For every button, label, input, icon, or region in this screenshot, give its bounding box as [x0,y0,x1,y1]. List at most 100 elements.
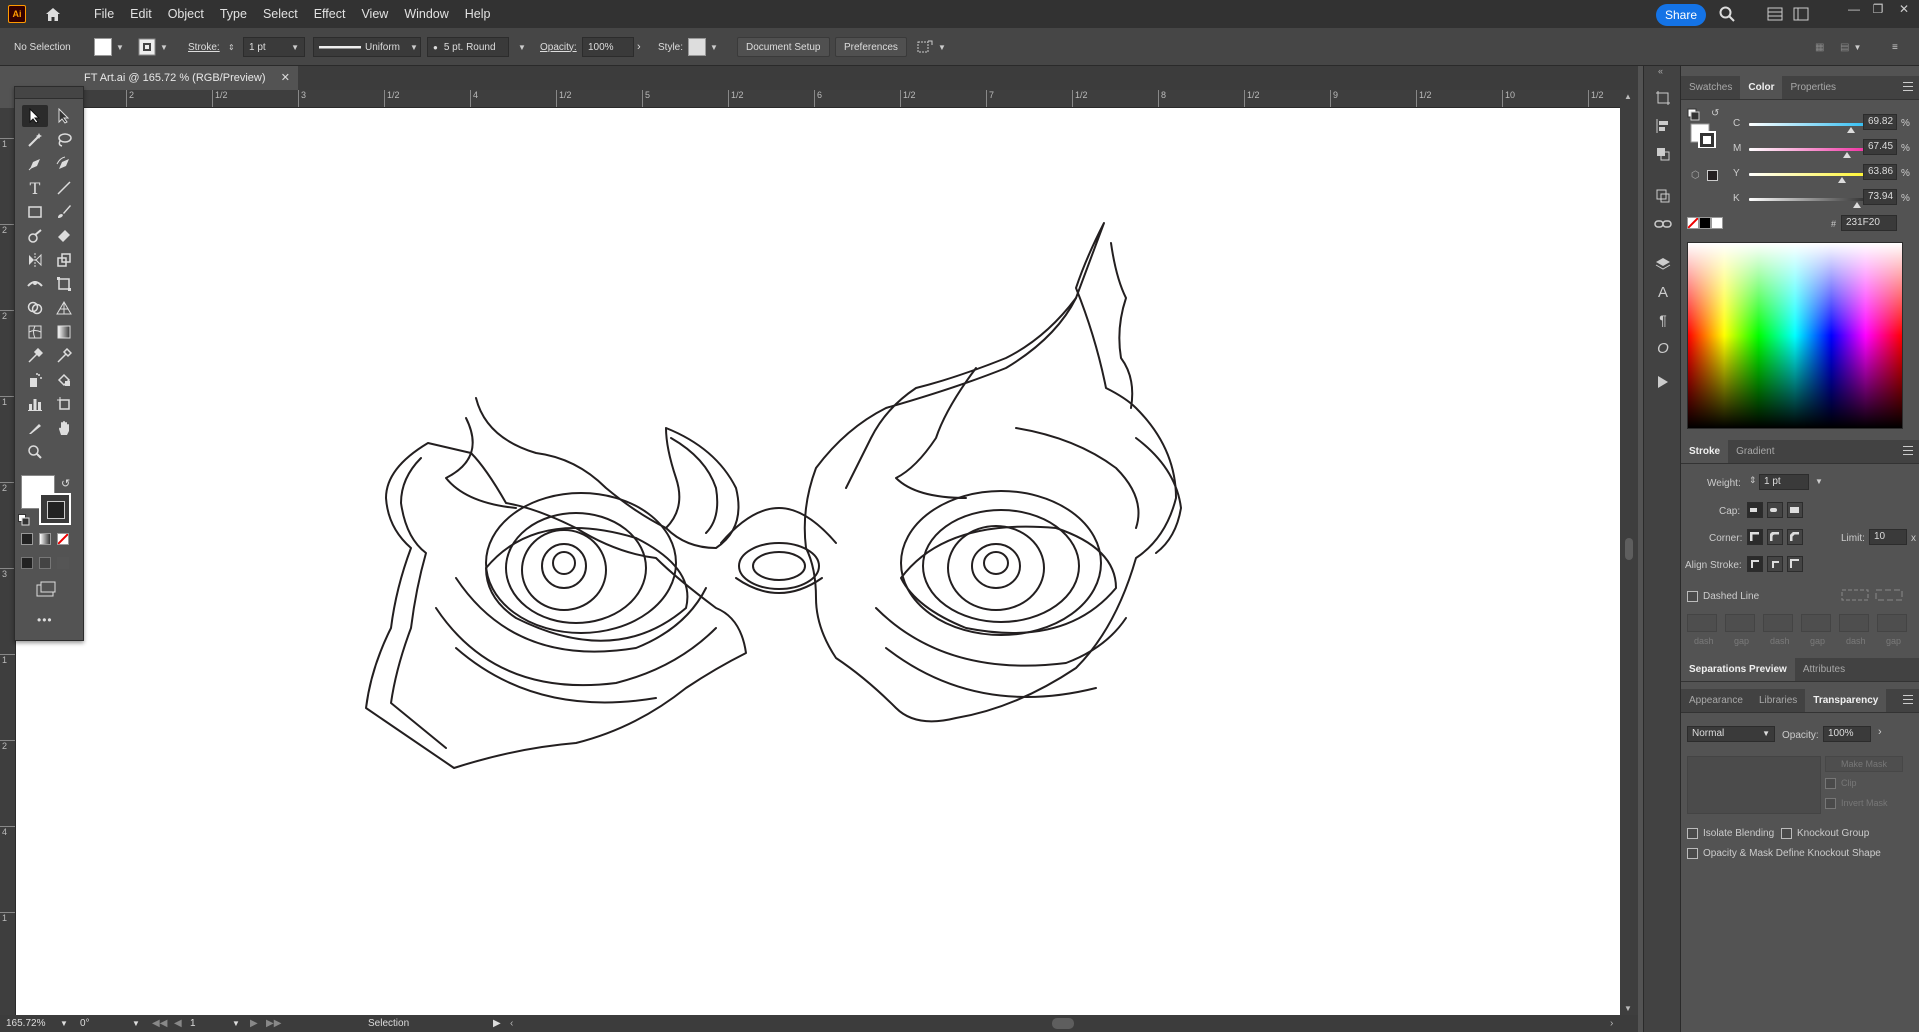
scroll-down-icon[interactable]: ▼ [1624,1004,1632,1013]
hand-tool-icon[interactable] [51,417,77,439]
default-fill-stroke-icon[interactable] [18,514,30,529]
screen-mode-icon[interactable] [35,581,57,600]
menu-select[interactable]: Select [255,0,306,28]
tab-properties[interactable]: Properties [1782,76,1844,99]
round-join-icon[interactable] [1767,529,1783,545]
make-mask-button[interactable]: Make Mask [1825,756,1903,772]
align-panel-icon[interactable] [1653,116,1673,136]
butt-cap-icon[interactable] [1747,502,1763,518]
pen-tool-icon[interactable] [22,153,48,175]
eraser-tool-icon[interactable] [51,225,77,247]
rotation-field[interactable]: 0° [80,1017,140,1030]
channel-k-field[interactable]: 73.94 [1863,189,1897,205]
layers-panel-icon[interactable] [1653,254,1673,274]
gradient-tool-icon[interactable] [51,321,77,343]
dash-field-1[interactable] [1687,614,1717,632]
channel-c-slider-thumb[interactable] [1846,127,1855,133]
opacity-label[interactable]: Opacity: [540,37,577,57]
swap-color-icon[interactable]: ↺ [1711,108,1719,119]
menu-window[interactable]: Window [396,0,456,28]
menu-help[interactable]: Help [457,0,499,28]
live-paint-bucket-tool-icon[interactable] [51,369,77,391]
paintbrush-tool-icon[interactable] [51,201,77,223]
menu-type[interactable]: Type [212,0,255,28]
transparency-opacity-field[interactable]: 100% [1823,726,1871,742]
invert-mask-checkbox[interactable] [1825,798,1836,809]
swap-fill-stroke-icon[interactable]: ↺ [61,477,70,490]
bevel-join-icon[interactable] [1787,529,1803,545]
opacity-expand-icon[interactable]: › [637,37,641,57]
tab-separations-preview[interactable]: Separations Preview [1681,658,1795,681]
character-panel-icon[interactable]: A [1653,282,1673,302]
blend-tool-icon[interactable] [51,345,77,367]
control-bar-menu-icon[interactable]: ≡ [1892,37,1898,57]
isolate-icon[interactable]: ▦ [1815,37,1824,57]
menu-object[interactable]: Object [160,0,212,28]
isolate-blending-checkbox[interactable] [1687,828,1698,839]
profile-dropdown-icon[interactable]: ▼ [406,37,418,57]
actions-panel-icon[interactable] [1653,372,1673,392]
channel-m-field[interactable]: 67.45 [1863,139,1897,155]
scroll-up-icon[interactable]: ▲ [1624,92,1632,101]
weight-stepper[interactable]: ⇕ [1749,475,1757,486]
tab-attributes[interactable]: Attributes [1795,658,1853,681]
restore-icon[interactable]: ❐ [1868,2,1888,18]
opacity-mask-knockout-checkbox[interactable] [1687,848,1698,859]
direct-selection-tool-icon[interactable] [51,105,77,127]
stroke-weight-stepper[interactable]: ⇕ [228,37,235,57]
collapse-panels-icon[interactable]: « [1658,66,1663,76]
column-graph-tool-icon[interactable] [22,393,48,415]
color-mode-icon[interactable] [21,533,33,545]
align-options-icon[interactable]: ▤ ▼ [1840,37,1861,57]
dash-field-3[interactable] [1839,614,1869,632]
artboard-dropdown-icon[interactable]: ▼ [232,1017,240,1030]
horizontal-ruler[interactable]: 2 1/2 3 1/2 4 1/2 5 1/2 6 1/2 7 1/2 8 1/… [16,90,1620,108]
brush-definition[interactable]: ● 5 pt. Round [427,37,509,57]
stroke-color-swatch[interactable]: ▼ [138,37,168,57]
line-segment-tool-icon[interactable] [51,177,77,199]
channel-c-field[interactable]: 69.82 [1863,114,1897,130]
rectangle-tool-icon[interactable] [22,201,48,223]
gap-field-1[interactable] [1725,614,1755,632]
slice-tool-icon[interactable] [22,417,48,439]
zoom-dropdown-icon[interactable]: ▼ [60,1017,68,1030]
align-dash-icon[interactable] [1875,588,1903,605]
stroke-label[interactable]: Stroke: [188,37,220,57]
variable-width-profile[interactable]: Uniform [313,37,421,57]
menu-view[interactable]: View [353,0,396,28]
close-window-icon[interactable]: ✕ [1894,2,1914,18]
preserve-dash-icon[interactable] [1841,588,1869,605]
selection-tool-icon[interactable] [22,105,48,127]
previous-artboard-icon[interactable]: ◀ [174,1017,182,1030]
web-safe-color-swatch[interactable] [1707,170,1718,181]
blend-mode-select[interactable]: Normal ▼ [1687,726,1775,742]
document-setup-button[interactable]: Document Setup [737,37,830,57]
draw-normal-icon[interactable] [21,557,33,569]
mask-artwork[interactable] [16,108,1620,1015]
channel-y-slider-thumb[interactable] [1838,177,1847,183]
curvature-tool-icon[interactable] [51,153,77,175]
vertical-scroll-thumb[interactable] [1625,538,1633,560]
pathfinder-panel-icon[interactable] [1653,144,1673,164]
menu-file[interactable]: File [86,0,122,28]
draw-inside-icon[interactable] [57,557,69,569]
color-panel-menu-icon[interactable] [1903,82,1913,91]
tab-stroke[interactable]: Stroke [1681,440,1729,463]
mesh-tool-icon[interactable] [22,321,48,343]
none-color-swatch[interactable] [1687,217,1699,229]
opacity-slider-toggle-icon[interactable]: › [1878,726,1882,738]
gradient-mode-icon[interactable] [39,533,51,545]
channel-k-slider-thumb[interactable] [1852,202,1861,208]
menu-edit[interactable]: Edit [122,0,160,28]
artboard-canvas[interactable] [16,108,1620,1015]
symbol-sprayer-tool-icon[interactable] [22,369,48,391]
align-stroke-center-icon[interactable] [1747,556,1763,572]
tab-gradient[interactable]: Gradient [1728,440,1782,463]
brush-dropdown-icon[interactable]: ▼ [514,37,526,57]
zoom-field[interactable]: 165.72% [6,1017,62,1030]
opentype-panel-icon[interactable]: O [1653,338,1673,358]
graphic-style-swatch[interactable]: ▼ [688,37,718,57]
artboard-number-field[interactable]: 1 [190,1017,230,1030]
type-tool-icon[interactable]: T [22,177,48,199]
search-icon[interactable] [1718,5,1736,23]
